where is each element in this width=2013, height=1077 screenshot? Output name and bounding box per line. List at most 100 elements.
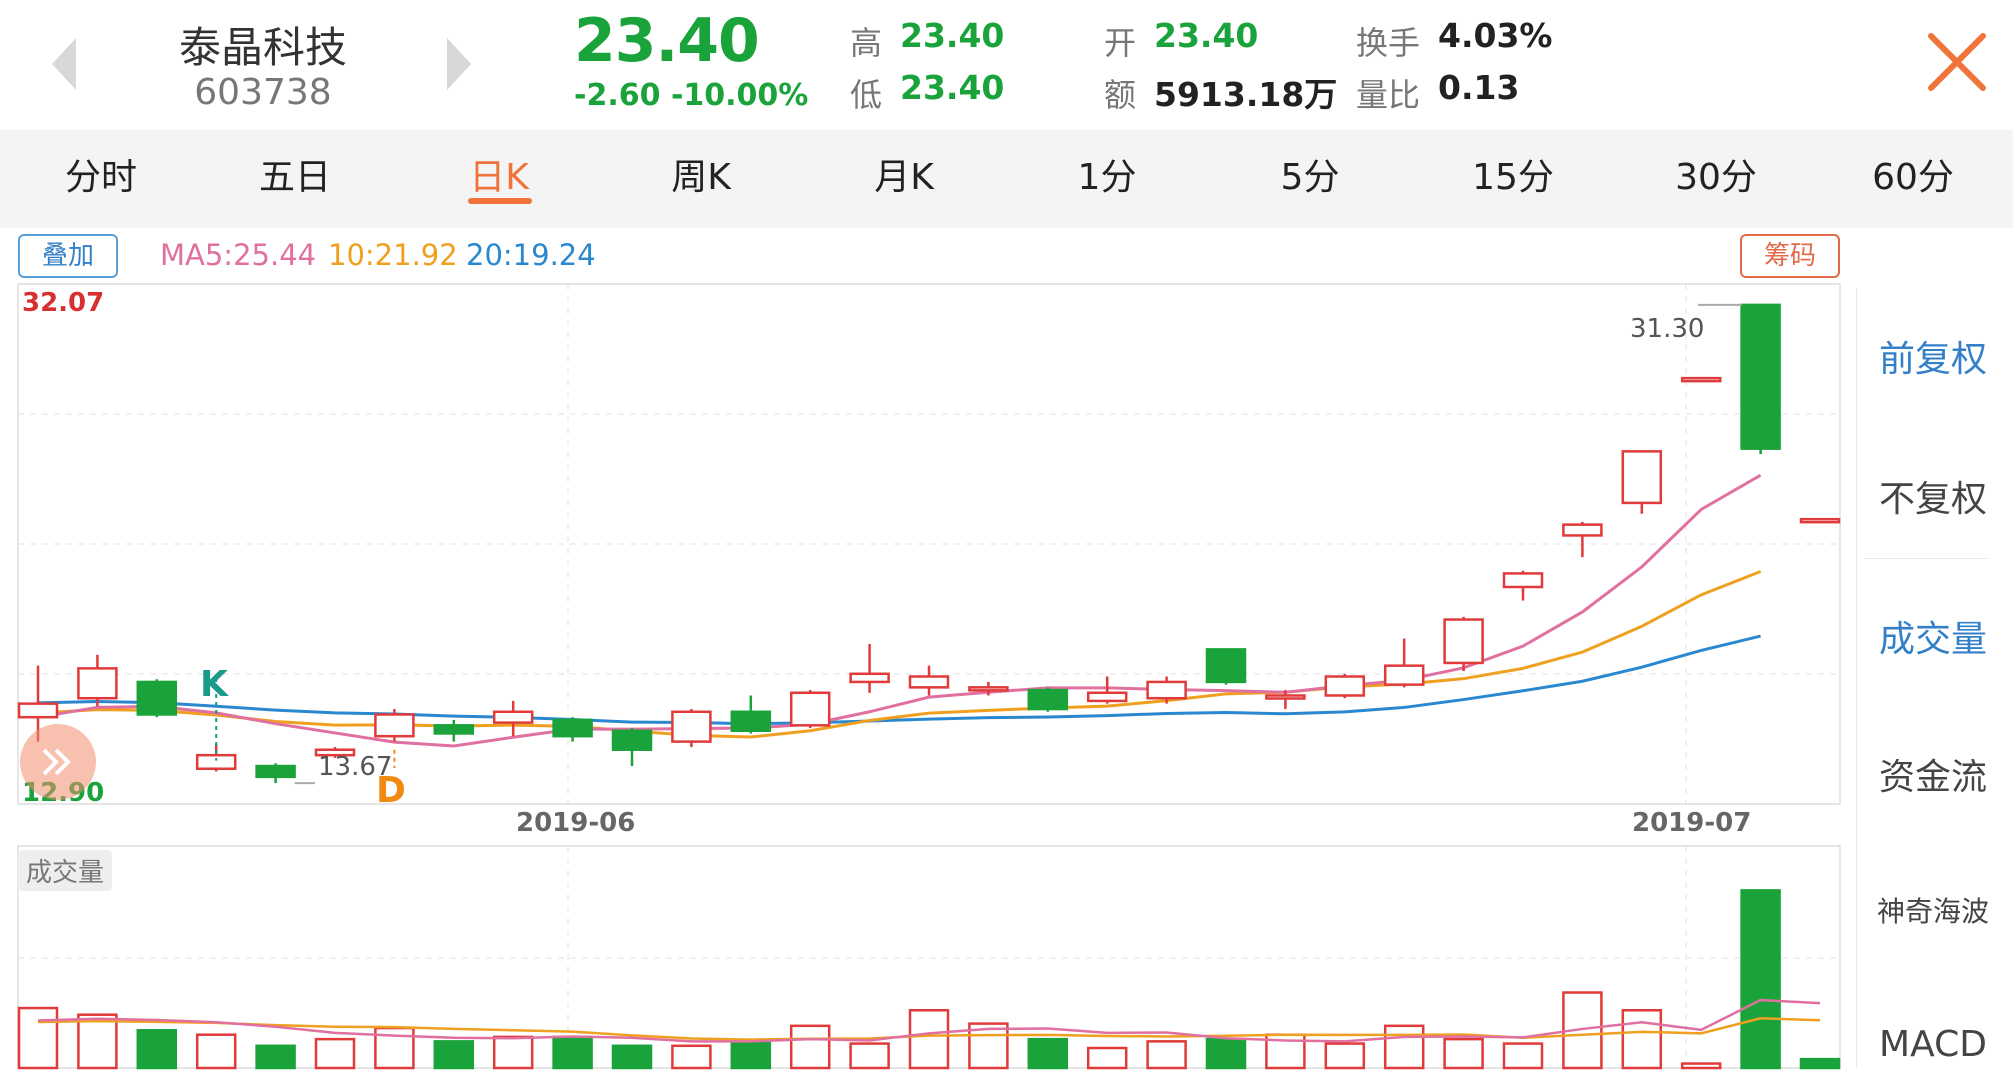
stat-label-turnover: 换手	[1356, 24, 1421, 62]
next-stock-arrow-icon[interactable]	[447, 38, 471, 90]
stock-name: 泰晶科技	[178, 23, 347, 72]
kline-chart[interactable]	[0, 228, 1850, 1077]
candle-up	[1621, 450, 1663, 505]
volume-bar-down	[1205, 1037, 1247, 1070]
candle-down	[255, 764, 296, 779]
candle-up	[374, 713, 415, 738]
volume-bar-up	[1324, 1042, 1366, 1070]
candle-up	[1680, 376, 1722, 383]
double-chevron-right-icon	[42, 748, 71, 776]
tab-15min[interactable]: 15分	[1412, 148, 1614, 200]
x-label-june: 2019-06	[516, 808, 636, 838]
price-change: -2.60 -10.00%	[574, 78, 808, 113]
candle-down	[1027, 688, 1069, 711]
candle-down	[611, 729, 653, 751]
candle-up	[1562, 523, 1603, 537]
ma20-line	[37, 634, 1761, 726]
tab-monthly-k[interactable]: 月K	[803, 148, 1005, 200]
volume-series	[17, 889, 1841, 1070]
period-tabs: 分时 五日 日K 周K 月K 1分 5分 15分 30分 60分	[0, 130, 2013, 228]
volume-bar-up	[849, 1042, 890, 1070]
candle-down	[433, 724, 475, 735]
tab-weekly-k[interactable]: 周K	[600, 148, 802, 200]
volume-bar-up	[789, 1024, 831, 1070]
tab-1min[interactable]: 1分	[1006, 148, 1208, 200]
menu-macd[interactable]: MACD	[1858, 1024, 2008, 1065]
candle-up	[1502, 572, 1544, 589]
stat-value-turnover: 4.03%	[1438, 16, 1553, 55]
quote-header: 泰晶科技 603738 23.40 -2.60 -10.00% 高 23.40 …	[0, 0, 2013, 130]
candle-up	[1086, 691, 1128, 703]
volume-bar-up	[908, 1009, 950, 1070]
volume-bar-up	[1086, 1046, 1128, 1070]
stat-value-high: 23.40	[900, 16, 1005, 55]
active-tab-indicator	[468, 198, 532, 204]
candle-up	[195, 753, 237, 770]
candle-down	[136, 680, 178, 716]
previous-stock-arrow-icon[interactable]	[52, 38, 76, 90]
side-menu-divider	[1856, 288, 1857, 1068]
tab-intraday[interactable]: 分时	[0, 148, 202, 200]
volume-bar-down	[611, 1044, 653, 1070]
candle-up	[1324, 675, 1366, 697]
volume-bar-up	[314, 1037, 356, 1070]
volume-bar-up	[671, 1044, 712, 1070]
volume-panel-label: 成交量	[18, 850, 113, 891]
menu-forward-adjusted[interactable]: 前复权	[1858, 330, 2008, 382]
tab-five-day[interactable]: 五日	[194, 148, 396, 200]
stat-value-low: 23.40	[900, 68, 1005, 107]
volume-bar-up	[195, 1033, 237, 1070]
volume-bar-up	[77, 1013, 118, 1070]
volume-bar-up	[1383, 1024, 1425, 1070]
candle-up	[17, 702, 59, 719]
volume-bar-down	[136, 1029, 178, 1070]
volume-bar-up	[1146, 1040, 1187, 1070]
volume-bar-down	[255, 1044, 296, 1070]
tab-daily-k[interactable]: 日K	[398, 148, 600, 200]
volume-bar-up	[17, 1006, 59, 1070]
candle-up	[1146, 680, 1187, 700]
candle-up	[492, 710, 534, 724]
change-percent: -10.00%	[670, 78, 809, 113]
stat-value-open: 23.40	[1154, 16, 1259, 55]
menu-capital-flow[interactable]: 资金流	[1858, 748, 2008, 800]
d-signal-marker: D	[376, 770, 406, 811]
tab-5min[interactable]: 5分	[1209, 148, 1411, 200]
candle-up	[1383, 664, 1425, 686]
stat-value-volume-ratio: 0.13	[1438, 68, 1520, 107]
volume-bar-down	[1799, 1057, 1841, 1070]
price-axis-max: 32.07	[22, 288, 105, 318]
volume-bar-down	[730, 1040, 772, 1070]
k-signal-marker: K	[200, 664, 228, 705]
ma5-line	[37, 473, 1762, 748]
x-label-july: 2019-07	[1632, 808, 1752, 838]
candle-up	[1265, 694, 1306, 700]
candle-down	[1205, 648, 1247, 684]
volume-bar-down	[1027, 1037, 1069, 1070]
high-price-annotation: 31.30	[1630, 314, 1705, 344]
candle-down	[552, 718, 593, 738]
volume-bar-down	[433, 1040, 475, 1070]
candle-up	[908, 675, 950, 689]
candle-up	[77, 667, 118, 700]
expand-panel-button[interactable]	[20, 724, 96, 800]
tab-60min[interactable]: 60分	[1812, 148, 2013, 200]
stat-label-amount: 额	[1104, 76, 1137, 114]
stock-code: 603738	[194, 72, 332, 113]
volume-bar-up	[492, 1035, 534, 1070]
volume-bar-up	[1621, 1009, 1663, 1070]
candle-down	[1740, 303, 1781, 450]
stat-value-amount: 5913.18万	[1154, 75, 1338, 114]
stat-label-high: 高	[850, 24, 883, 62]
close-icon[interactable]	[1925, 30, 1989, 94]
tab-30min[interactable]: 30分	[1615, 148, 1817, 200]
side-menu-separator	[1864, 558, 1988, 559]
candle-up	[789, 691, 831, 727]
menu-unadjusted[interactable]: 不复权	[1858, 470, 2008, 522]
stat-label-low: 低	[850, 76, 883, 114]
candle-up	[1799, 517, 1841, 524]
volume-bar-down	[552, 1035, 593, 1070]
menu-volume[interactable]: 成交量	[1858, 610, 2008, 662]
menu-magic-wave[interactable]: 神奇海波	[1858, 890, 2008, 930]
candle-up	[968, 686, 1009, 692]
